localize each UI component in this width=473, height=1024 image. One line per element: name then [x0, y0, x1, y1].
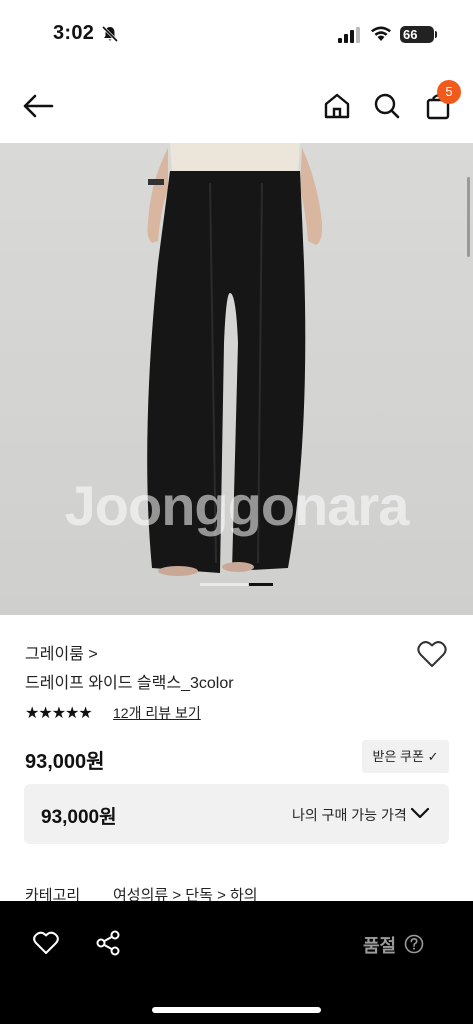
- coupon-button[interactable]: 받은 쿠폰 ✓: [362, 740, 449, 773]
- rating-stars: ★★★★★: [25, 705, 93, 722]
- product-price: 93,000원: [25, 751, 105, 773]
- review-link[interactable]: 12개 리뷰 보기: [113, 703, 201, 723]
- help-question-icon[interactable]: [404, 934, 424, 954]
- status-time: 3:02: [53, 22, 95, 44]
- share-icon[interactable]: [95, 930, 121, 956]
- signal-icon: [338, 27, 360, 43]
- carousel-dot-active: [249, 583, 273, 586]
- sold-out-label: 품절: [363, 936, 397, 956]
- product-name: 드레이프 와이드 슬랙스_3color: [25, 675, 234, 692]
- brand-link[interactable]: 그레이룸 >: [25, 640, 98, 664]
- back-arrow-icon[interactable]: [22, 93, 54, 119]
- product-photo: [0, 143, 473, 615]
- chevron-down-icon[interactable]: [410, 806, 430, 820]
- heart-icon[interactable]: [33, 931, 59, 955]
- bell-muted-icon: [101, 25, 119, 43]
- search-icon[interactable]: [373, 92, 401, 120]
- battery-indicator: 66: [400, 26, 434, 43]
- purchase-price-label: 나의 구매 가능 가격: [292, 807, 407, 823]
- product-image[interactable]: Joonggonara: [0, 143, 473, 615]
- cart-count-badge: 5: [437, 80, 461, 104]
- purchase-price: 93,000원: [41, 807, 117, 828]
- wishlist-heart-icon[interactable]: [417, 640, 447, 668]
- battery-cap: [435, 31, 437, 38]
- bottom-action-bar: 품절: [0, 901, 473, 1024]
- wifi-icon: [371, 26, 391, 41]
- status-bar: 3:02 66: [0, 0, 473, 70]
- home-icon[interactable]: [323, 92, 351, 120]
- carousel-dot: [200, 583, 248, 586]
- top-nav: 5: [0, 70, 473, 143]
- watermark: Joonggonara: [64, 474, 410, 537]
- scroll-indicator: [467, 177, 470, 257]
- home-indicator: [152, 1007, 321, 1013]
- purchase-price-box[interactable]: 93,000원 나의 구매 가능 가격: [24, 784, 449, 844]
